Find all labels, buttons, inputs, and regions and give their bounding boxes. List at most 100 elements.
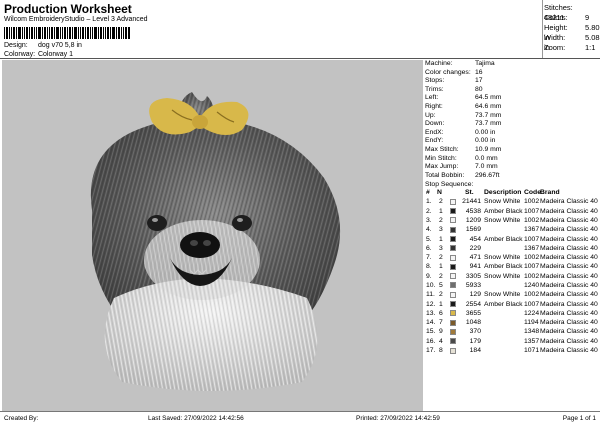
machine-row: Down: 73.7 mm bbox=[425, 120, 600, 129]
thread-description: Snow White bbox=[484, 272, 521, 280]
color-swatch bbox=[450, 236, 456, 242]
thread-brand: Madeira Classic 40 bbox=[540, 226, 598, 234]
thread-description: Snow White bbox=[484, 254, 521, 262]
col-code: Code bbox=[524, 189, 541, 197]
thread-brand: Madeira Classic 40 bbox=[540, 309, 598, 317]
needle-number: 7 bbox=[439, 319, 443, 327]
stop-sequence-row: 4. 3 1569 1367 Madeira Classic 40 bbox=[425, 225, 600, 234]
machine-label: Up: bbox=[425, 111, 436, 119]
needle-number: 8 bbox=[439, 347, 443, 355]
color-swatch bbox=[450, 263, 456, 270]
thread-description: Amber Black bbox=[484, 300, 523, 308]
stitch-count: 229 bbox=[469, 244, 481, 252]
machine-row: EndX: 0.00 in bbox=[425, 129, 600, 138]
color-swatch bbox=[450, 291, 456, 298]
machine-label: Right: bbox=[425, 102, 443, 110]
machine-row: Max Jump: 7.0 mm bbox=[425, 163, 600, 172]
stitch-count: 1048 bbox=[465, 319, 481, 327]
worksheet-info-panel: Machine: Tajima Color changes: 16 Stops: 17 Tr… bbox=[425, 60, 600, 355]
thread-brand: Madeira Classic 40 bbox=[540, 300, 598, 308]
stat-row: Colors: 9 bbox=[544, 13, 600, 23]
barcode bbox=[4, 27, 130, 39]
stop-sequence-row: 12. 1 2554 Amber Black 1007 Madeira Classic 4… bbox=[425, 300, 600, 309]
thread-code: 1194 bbox=[524, 319, 539, 327]
color-swatch bbox=[450, 208, 456, 215]
thread-code: 1002 bbox=[524, 272, 540, 280]
color-swatch bbox=[450, 319, 456, 326]
machine-label: Down: bbox=[425, 120, 445, 128]
needle-number: 3 bbox=[439, 226, 443, 234]
color-swatch bbox=[450, 198, 456, 205]
stop-sequence-row: 5. 1 454 Amber Black 1007 Madeira Classic 40 bbox=[425, 235, 600, 244]
machine-row: Machine: Tajima bbox=[425, 60, 600, 69]
col-description: Description bbox=[484, 189, 522, 197]
stop-number: 6. bbox=[426, 244, 432, 252]
stop-sequence-row: 16. 4 179 1357 Madeira Classic 40 bbox=[425, 337, 600, 346]
software-subtitle: Wilcom EmbroideryStudio – Level 3 Advanc… bbox=[4, 16, 148, 23]
stitch-count: 3655 bbox=[465, 309, 481, 317]
design-value: dog v70 5,8 in bbox=[37, 42, 82, 49]
stitch-count: 471 bbox=[469, 254, 481, 262]
thread-code: 1007 bbox=[524, 207, 540, 215]
machine-value: 16 bbox=[475, 68, 483, 76]
stitch-count: 1209 bbox=[465, 216, 481, 224]
stat-label: Width: bbox=[544, 33, 566, 42]
stop-number: 11. bbox=[426, 291, 435, 299]
thread-brand: Madeira Classic 40 bbox=[540, 281, 598, 289]
stop-sequence-row: 14. 7 1048 1194 Madeira Classic 40 bbox=[425, 318, 600, 327]
machine-value: 80 bbox=[475, 85, 483, 93]
machine-row: EndY: 0.00 in bbox=[425, 137, 600, 146]
stitch-count: 3305 bbox=[465, 272, 481, 280]
thread-description: Amber Black bbox=[484, 263, 523, 271]
thread-code: 1224 bbox=[524, 309, 540, 317]
color-swatch bbox=[450, 328, 456, 335]
stop-sequence-row: 1. 2 21441 Snow White 1002 Madeira Classic 40 bbox=[425, 197, 600, 206]
color-swatch bbox=[450, 254, 456, 261]
machine-row: Left: 64.5 mm bbox=[425, 94, 600, 103]
stop-number: 17. bbox=[426, 347, 436, 355]
thread-brand: Madeira Classic 40 bbox=[540, 198, 598, 206]
stop-number: 1. bbox=[426, 198, 432, 206]
machine-label: Max Jump: bbox=[425, 163, 459, 171]
color-swatch bbox=[450, 310, 456, 317]
col-brand: Brand bbox=[540, 189, 560, 197]
machine-value: 17 bbox=[475, 77, 483, 85]
stop-sequence-row: 6. 3 229 1367 Madeira Classic 40 bbox=[425, 244, 600, 253]
stitch-count: 5933 bbox=[465, 281, 481, 289]
last-saved: Last Saved: 27/09/2022 14:42:56 bbox=[148, 415, 244, 422]
machine-value: 73.7 mm bbox=[475, 111, 502, 119]
machine-value: 7.0 mm bbox=[475, 163, 498, 171]
color-swatch bbox=[450, 217, 456, 224]
stop-sequence-header: # N St. Description Code Brand bbox=[425, 189, 600, 197]
stop-sequence-row: 11. 2 129 Snow White 1002 Madeira Classic 40 bbox=[425, 290, 600, 299]
thread-brand: Madeira Classic 40 bbox=[540, 254, 598, 262]
design-preview bbox=[2, 60, 423, 411]
stop-number: 2. bbox=[426, 207, 432, 215]
thread-brand: Madeira Classic 40 bbox=[540, 263, 598, 271]
header-rule bbox=[0, 58, 600, 59]
machine-label: Left: bbox=[425, 94, 439, 102]
thread-brand: Madeira Classic 40 bbox=[540, 272, 598, 280]
machine-info: Machine: Tajima Color changes: 16 Stops: 17 Tr… bbox=[425, 60, 600, 180]
stop-sequence-list: 1. 2 21441 Snow White 1002 Madeira Classic 40… bbox=[425, 197, 600, 355]
thread-brand: Madeira Classic 40 bbox=[540, 337, 598, 345]
stop-number: 14. bbox=[426, 319, 436, 327]
machine-value: 64.6 mm bbox=[475, 102, 502, 110]
colorway-label: Colorway: bbox=[4, 51, 36, 58]
color-swatch bbox=[450, 273, 456, 280]
stitch-count: 184 bbox=[469, 347, 481, 355]
thread-description: Snow White bbox=[484, 216, 521, 224]
machine-value: 73.7 mm bbox=[475, 120, 502, 128]
color-swatch bbox=[450, 347, 456, 354]
stitch-count: 21441 bbox=[462, 198, 481, 206]
stitch-count: 370 bbox=[469, 328, 481, 336]
thread-code: 1071 bbox=[524, 347, 540, 355]
needle-number: 3 bbox=[439, 244, 443, 252]
thread-brand: Madeira Classic 40 bbox=[540, 291, 598, 299]
machine-value: 0.00 in bbox=[475, 137, 496, 145]
needle-number: 1 bbox=[439, 207, 443, 215]
created-by: Created By: bbox=[4, 415, 39, 422]
stop-sequence-row: 15. 9 370 1348 Madeira Classic 40 bbox=[425, 327, 600, 336]
machine-row: Trims: 80 bbox=[425, 86, 600, 95]
thread-code: 1002 bbox=[524, 198, 540, 206]
